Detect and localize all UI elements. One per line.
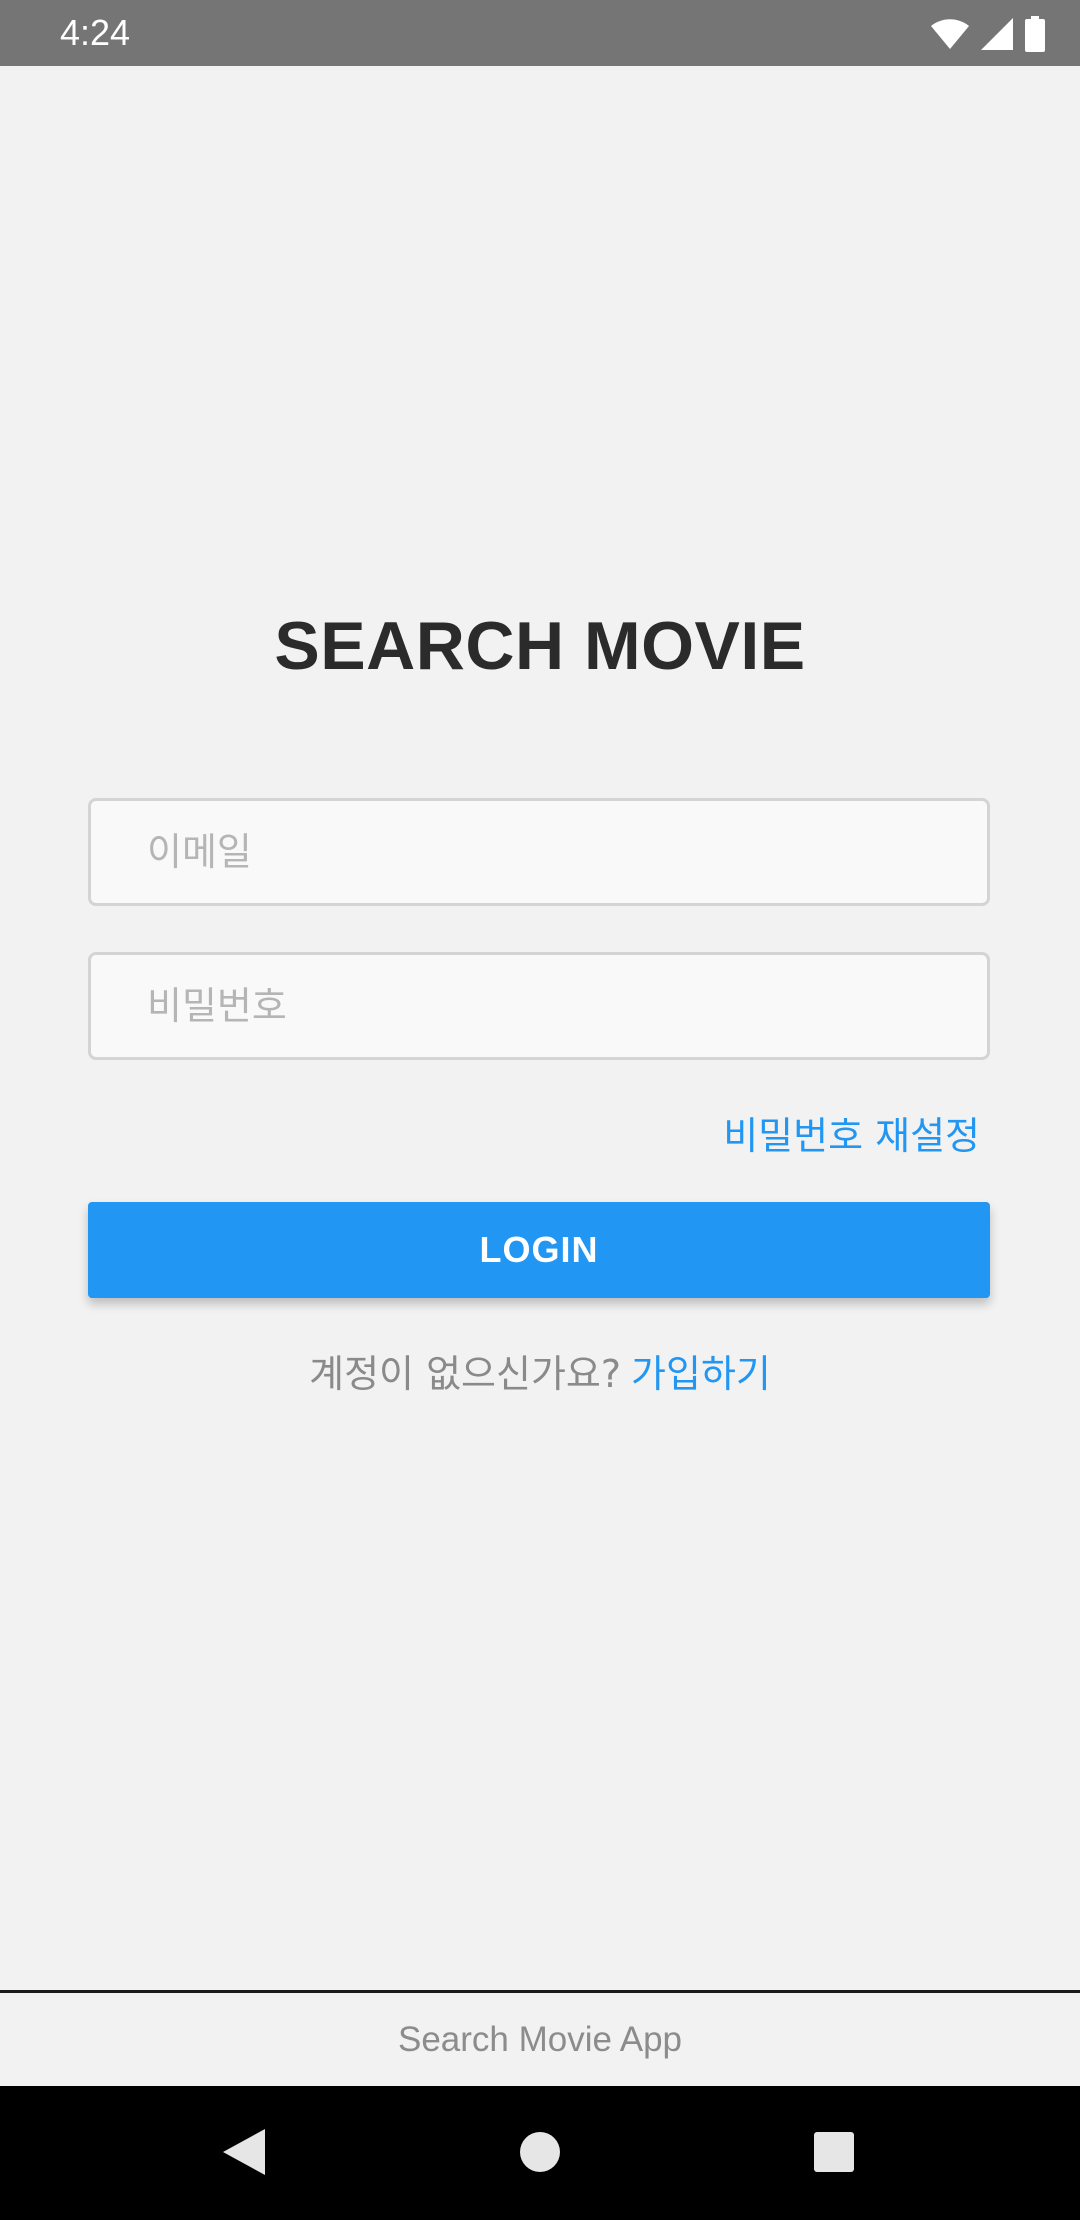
cellular-signal-icon xyxy=(980,17,1014,51)
reset-password-link[interactable]: 비밀번호 재설정 xyxy=(723,1110,980,1162)
email-field[interactable] xyxy=(88,798,990,906)
home-button[interactable] xyxy=(510,2124,570,2184)
status-bar: 4:24 xyxy=(0,0,1080,66)
wifi-icon xyxy=(930,18,970,50)
footer-text: Search Movie App xyxy=(397,2019,683,2059)
signup-link[interactable]: 가입하기 xyxy=(631,1352,771,1396)
signup-row: 계정이 없으신가요? 가입하기 xyxy=(0,1348,1080,1400)
navigation-bar xyxy=(0,2086,1080,2220)
password-field[interactable] xyxy=(88,952,990,1060)
signup-prompt: 계정이 없으신가요? xyxy=(309,1352,622,1396)
login-button[interactable]: LOGIN xyxy=(88,1202,990,1298)
recents-icon xyxy=(813,2131,855,2177)
recents-button[interactable] xyxy=(804,2124,864,2184)
status-icons xyxy=(930,14,1046,54)
home-icon xyxy=(519,2131,561,2177)
status-time: 4:24 xyxy=(60,12,131,53)
app-title: SEARCH MOVIE xyxy=(274,608,806,684)
battery-icon xyxy=(1024,16,1046,52)
back-icon xyxy=(221,2127,267,2181)
back-button[interactable] xyxy=(214,2124,274,2184)
footer: Search Movie App xyxy=(0,1990,1080,2086)
